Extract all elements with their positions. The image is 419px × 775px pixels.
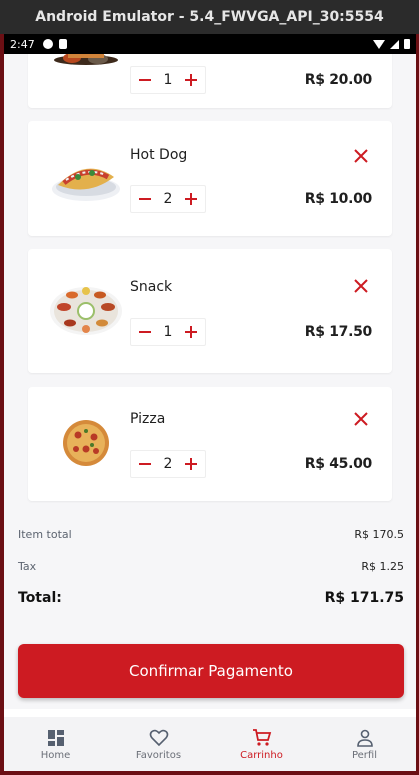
plus-icon bbox=[184, 326, 197, 338]
status-icons bbox=[373, 39, 410, 49]
nav-label: Favoritos bbox=[135, 749, 182, 761]
confirm-payment-button[interactable]: Confirmar Pagamento bbox=[18, 644, 404, 698]
quantity-value: 2 bbox=[163, 191, 173, 207]
status-bar: 2:47 bbox=[4, 34, 416, 54]
increase-button[interactable] bbox=[181, 189, 201, 209]
heart-icon bbox=[149, 729, 168, 746]
notification-icon bbox=[42, 39, 53, 49]
bottom-navigation: Home Favoritos Carrinho Perfil bbox=[4, 717, 416, 771]
wifi-icon bbox=[373, 39, 385, 49]
item-price: R$ 20.00 bbox=[304, 72, 373, 88]
item-name: Pizza bbox=[130, 411, 166, 427]
nav-item-carrinho[interactable]: Carrinho bbox=[210, 717, 313, 771]
item-total-label: Item total bbox=[18, 528, 72, 541]
increase-button[interactable] bbox=[181, 322, 201, 342]
pizza-icon bbox=[63, 420, 109, 466]
decrease-button[interactable] bbox=[135, 322, 155, 342]
item-price: R$ 10.00 bbox=[304, 191, 373, 207]
quantity-stepper: 2 bbox=[130, 185, 206, 213]
item-total-row: Item total R$ 170.5 bbox=[18, 528, 404, 541]
cart-item-card: Pizza 2 R$ 45.00 bbox=[28, 387, 392, 501]
item-total-value: R$ 170.5 bbox=[354, 528, 404, 541]
tax-row: Tax R$ 1.25 bbox=[18, 560, 404, 573]
signal-icon bbox=[390, 39, 399, 49]
burger-icon bbox=[54, 54, 118, 65]
minus-icon bbox=[139, 198, 151, 200]
quantity-stepper: 2 bbox=[130, 450, 206, 478]
decrease-button[interactable] bbox=[135, 189, 155, 209]
grid-icon bbox=[47, 729, 64, 746]
quantity-value: 1 bbox=[163, 72, 173, 88]
battery-icon bbox=[404, 39, 410, 49]
tax-value: R$ 1.25 bbox=[361, 560, 404, 573]
quantity-stepper: 1 bbox=[130, 66, 206, 94]
status-time: 2:47 bbox=[10, 37, 35, 51]
plus-icon bbox=[184, 193, 197, 205]
remove-item-button[interactable] bbox=[352, 147, 370, 165]
increase-button[interactable] bbox=[181, 70, 201, 90]
decrease-button[interactable] bbox=[135, 454, 155, 474]
nav-item-home[interactable]: Home bbox=[4, 717, 107, 771]
total-label: Total: bbox=[18, 590, 62, 606]
increase-button[interactable] bbox=[181, 454, 201, 474]
minus-icon bbox=[139, 79, 151, 81]
quantity-value: 1 bbox=[163, 324, 173, 340]
item-name: Hot Dog bbox=[130, 147, 188, 163]
nav-item-perfil[interactable]: Perfil bbox=[313, 717, 416, 771]
nav-item-favoritos[interactable]: Favoritos bbox=[107, 717, 210, 771]
tax-label: Tax bbox=[18, 560, 37, 573]
nav-label: Home bbox=[40, 749, 71, 761]
plus-icon bbox=[184, 458, 197, 470]
quantity-stepper: 1 bbox=[130, 318, 206, 346]
nav-label: Carrinho bbox=[240, 749, 283, 761]
cart-item-card: Snack 1 R$ 17.50 bbox=[28, 249, 392, 373]
snack-platter-icon bbox=[50, 287, 122, 335]
item-price: R$ 45.00 bbox=[304, 456, 373, 472]
window-title: Android Emulator - 5.4_FWVGA_API_30:5554 bbox=[0, 0, 419, 34]
remove-item-button[interactable] bbox=[352, 410, 370, 428]
item-name: Snack bbox=[130, 279, 173, 295]
sim-card-icon bbox=[58, 39, 67, 49]
cart-item-card: Hot Dog 2 R$ 10.00 bbox=[28, 121, 392, 236]
total-value: R$ 171.75 bbox=[324, 590, 404, 606]
cart-icon bbox=[252, 728, 271, 746]
quantity-value: 2 bbox=[163, 456, 173, 472]
nav-label: Perfil bbox=[351, 749, 377, 761]
minus-icon bbox=[139, 331, 151, 333]
cart-content[interactable]: 1 R$ 20.00 Hot Dog 2 R$ 10.00 Snack 1 R$… bbox=[4, 54, 416, 709]
plus-icon bbox=[184, 74, 197, 86]
phone-screen: 2:47 1 R$ 20.00 Hot Dog 2 R$ 10.00 Snack… bbox=[4, 34, 416, 771]
remove-item-button[interactable] bbox=[352, 277, 370, 295]
decrease-button[interactable] bbox=[135, 70, 155, 90]
cart-item-card: 1 R$ 20.00 bbox=[28, 54, 392, 108]
item-price: R$ 17.50 bbox=[304, 324, 373, 340]
hotdog-icon bbox=[52, 168, 120, 201]
total-row: Total: R$ 171.75 bbox=[18, 590, 404, 606]
person-icon bbox=[356, 729, 373, 747]
minus-icon bbox=[139, 463, 151, 465]
